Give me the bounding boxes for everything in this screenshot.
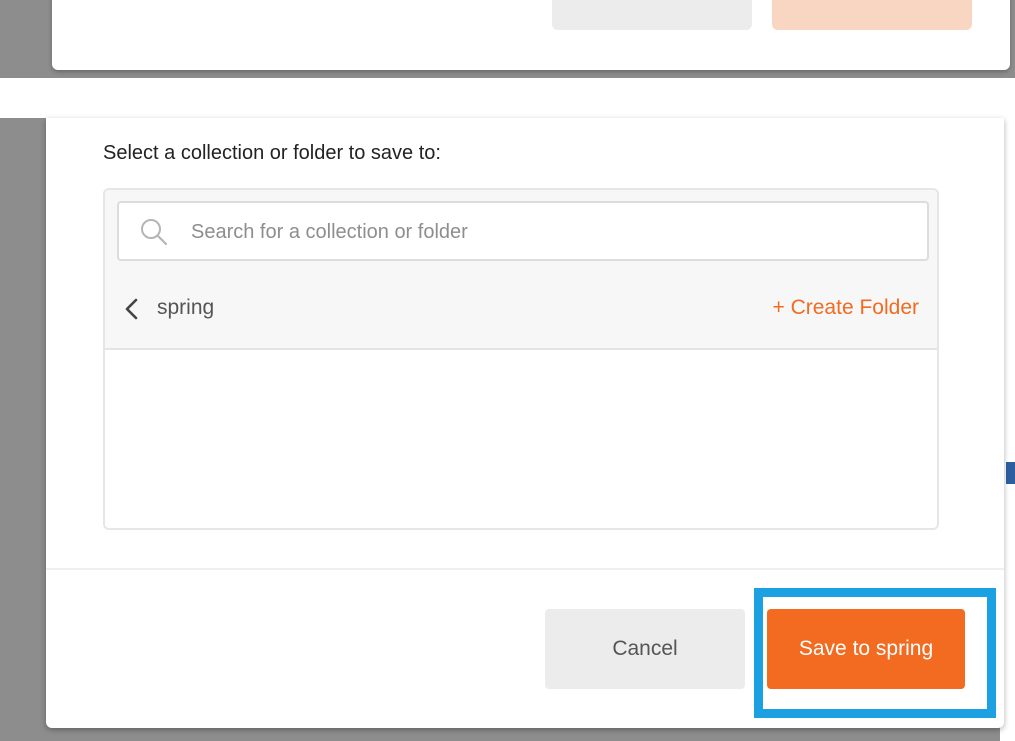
previous-dialog	[52, 0, 1010, 70]
chevron-left-icon[interactable]	[121, 296, 143, 322]
save-request-dialog: Select a collection or folder to save to…	[46, 118, 1004, 728]
save-to-collection-button[interactable]: Save to spring	[767, 609, 965, 689]
footer-divider	[46, 568, 1004, 570]
picker-header: spring + Create Folder	[105, 190, 937, 350]
overlay-gap	[0, 78, 1015, 118]
previous-dialog-cancel-button	[552, 0, 752, 30]
search-icon	[141, 219, 168, 246]
breadcrumb: spring + Create Folder	[105, 290, 937, 330]
search-input[interactable]	[189, 211, 913, 253]
previous-dialog-save-button	[772, 0, 972, 30]
create-folder-link[interactable]: + Create Folder	[773, 296, 920, 320]
background-accent-bar	[1006, 462, 1015, 484]
collection-picker: spring + Create Folder	[103, 188, 939, 530]
dialog-prompt: Select a collection or folder to save to…	[103, 142, 441, 164]
search-box[interactable]	[117, 201, 929, 261]
cancel-button[interactable]: Cancel	[545, 609, 745, 689]
current-collection-label: spring	[157, 296, 215, 319]
